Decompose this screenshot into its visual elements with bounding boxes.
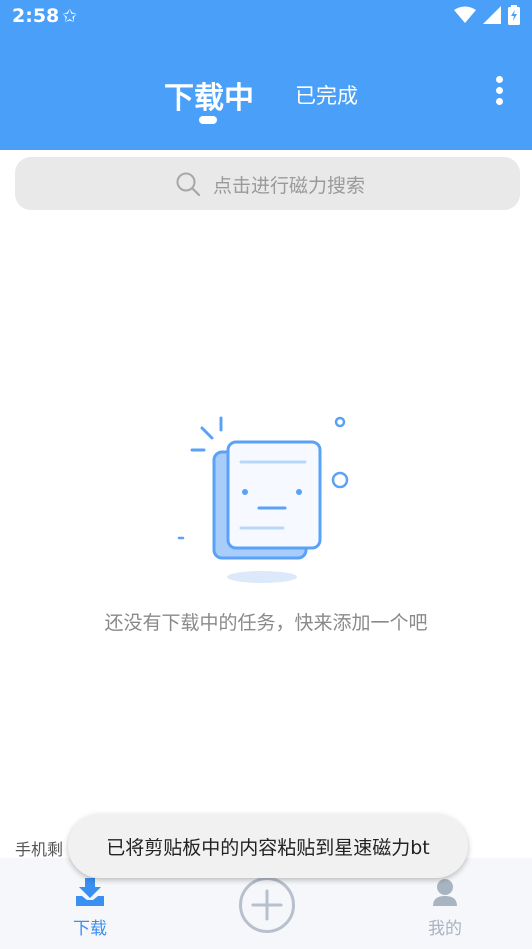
signal-icon [483, 6, 501, 24]
status-time: 2:58 [12, 5, 60, 27]
tab-completed[interactable]: 已完成 [295, 80, 358, 110]
storage-text: 手机剩 [15, 840, 64, 859]
empty-documents-illustration [177, 416, 349, 583]
nav-mine-label: 我的 [428, 919, 462, 939]
nav-download[interactable]: 下载 [60, 878, 120, 939]
search-icon [176, 172, 201, 197]
more-dot-icon [495, 87, 503, 94]
search-placeholder: 点击进行磁力搜索 [213, 175, 366, 197]
search-bar[interactable]: 点击进行磁力搜索 [15, 157, 520, 210]
nav-download-label: 下载 [73, 919, 107, 939]
screen: 2:58 ✩ 下载中 已完成 点击进行磁力搜索 还没有下载中的任务，快来添加一个… [0, 0, 532, 949]
status-bar: 2:58 ✩ [0, 0, 532, 36]
star-icon: ✩ [62, 6, 78, 27]
add-task-button[interactable] [238, 876, 296, 934]
clipboard-toast: 已将剪贴板中的内容粘贴到星速磁力bt [68, 814, 468, 878]
wifi-icon [454, 6, 476, 23]
download-icon [76, 878, 104, 906]
nav-mine[interactable]: 我的 [415, 878, 475, 939]
empty-state-message: 还没有下载中的任务，快来添加一个吧 [104, 612, 428, 634]
app-header: 2:58 ✩ 下载中 已完成 [0, 0, 532, 150]
more-options-button[interactable] [494, 76, 504, 108]
tab-indicator [199, 116, 217, 124]
more-dot-icon [495, 76, 503, 83]
tab-downloading[interactable]: 下载中 [164, 73, 254, 117]
battery-icon [508, 5, 520, 25]
user-icon [433, 879, 457, 906]
more-dot-icon [495, 98, 503, 105]
status-icons [454, 5, 520, 25]
add-icon [239, 877, 295, 933]
